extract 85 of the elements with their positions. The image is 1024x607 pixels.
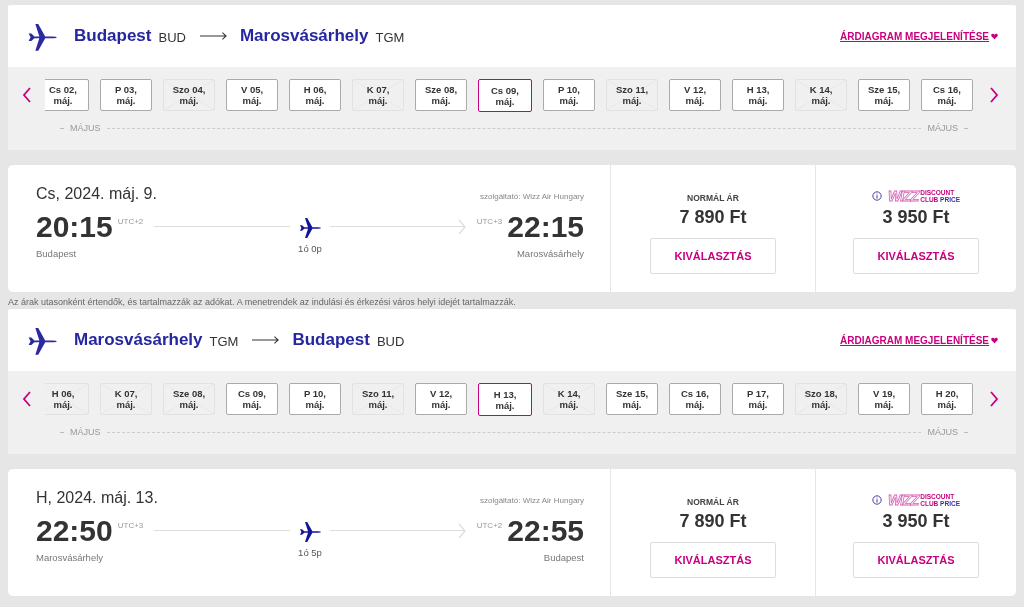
heart-icon <box>991 32 998 40</box>
operator-text: szolgáltató: Wizz Air Hungary <box>479 192 584 201</box>
select-button[interactable]: KIVÁLASZTÁS <box>853 542 979 578</box>
date-chip[interactable]: Cs 02, máj. <box>45 79 89 111</box>
arrival-city: Budapest <box>543 552 584 563</box>
heart-icon <box>991 336 998 344</box>
disclaimer-text: Az árak utasonként értendők, és tartalmazzák az adókat. A menetrendek az indulási és érkezési város helyi idejét tartalmazzák. <box>8 296 517 308</box>
flight-date: Cs, 2024. máj. 9. <box>36 185 157 203</box>
info-icon[interactable] <box>872 191 882 201</box>
month-label: MÁJUS <box>70 427 101 437</box>
date-chip[interactable]: K 07, máj. <box>100 383 152 415</box>
month-label: MÁJUS <box>927 123 958 133</box>
fare-price: 3 950 Ft <box>882 207 950 228</box>
origin-code: TGM <box>209 334 239 349</box>
date-chip[interactable]: P 03, máj. <box>100 79 152 111</box>
origin-code: BUD <box>158 30 186 45</box>
date-chip[interactable]: H 13, máj. <box>732 79 784 111</box>
arrival-time: 22:15 <box>507 209 584 244</box>
date-chip[interactable]: P 10, máj. <box>543 79 595 111</box>
fare-price: 7 890 Ft <box>679 511 747 532</box>
fare-label: NORMÁL ÁR <box>687 496 739 509</box>
date-chip[interactable]: H 20, máj. <box>921 383 973 415</box>
date-chip[interactable]: Szo 11, máj. <box>352 383 404 415</box>
departure-city: Budapest <box>36 248 77 259</box>
departure-timezone: UTC+2 <box>117 217 144 226</box>
arrival-time: 22:55 <box>507 513 584 548</box>
date-chip[interactable]: V 12, máj. <box>669 79 721 111</box>
date-chip[interactable]: Cs 09, máj. <box>478 79 532 112</box>
date-chip[interactable]: P 10, máj. <box>289 383 341 415</box>
info-icon[interactable] <box>872 495 882 505</box>
date-chip[interactable]: Cs 16, máj. <box>669 383 721 415</box>
airplane-icon <box>298 519 322 543</box>
operator-text: szolgáltató: Wizz Air Hungary <box>479 496 584 505</box>
arrival-timezone: UTC+3 <box>476 217 503 226</box>
select-button[interactable]: KIVÁLASZTÁS <box>853 238 979 274</box>
date-chip[interactable]: Cs 09, máj. <box>226 383 278 415</box>
origin-city: Marosvásárhely <box>74 330 203 350</box>
flight-duration: 1ó 0p <box>298 243 322 254</box>
date-chip[interactable]: V 19, máj. <box>858 383 910 415</box>
date-chip[interactable]: K 14, máj. <box>543 383 595 415</box>
chevron-left-icon <box>21 391 32 407</box>
date-chip[interactable]: Szo 11, máj. <box>606 79 658 111</box>
select-button[interactable]: KIVÁLASZTÁS <box>650 542 776 578</box>
destination-city: Budapest <box>292 330 370 350</box>
airplane-icon <box>298 215 322 239</box>
month-label: MÁJUS <box>70 123 101 133</box>
date-chip[interactable]: Szo 04, máj. <box>163 79 215 111</box>
price-chart-link[interactable]: ÁRDIAGRAM MEGJELENÍTÉSE <box>840 30 989 42</box>
select-button[interactable]: KIVÁLASZTÁS <box>650 238 776 274</box>
destination-city: Marosvásárhely <box>239 26 369 46</box>
departure-timezone: UTC+3 <box>117 521 144 530</box>
date-chip[interactable]: Cs 16, máj. <box>921 79 973 111</box>
departure-city: Marosvásárhely <box>36 552 104 563</box>
date-chip[interactable]: H 13, máj. <box>478 383 532 416</box>
month-label: MÁJUS <box>927 427 958 437</box>
date-chip[interactable]: V 05, máj. <box>226 79 278 111</box>
date-chip[interactable]: H 06, máj. <box>45 383 89 415</box>
date-chip[interactable]: P 17, máj. <box>732 383 784 415</box>
origin-city: Budapest <box>74 26 152 46</box>
chevron-right-icon <box>988 87 999 103</box>
date-chip[interactable]: Sze 15, máj. <box>858 79 910 111</box>
date-chip[interactable]: Sze 15, máj. <box>606 383 658 415</box>
date-chip[interactable]: V 12, máj. <box>415 383 467 415</box>
departure-time: 22:50 <box>36 513 113 548</box>
flight-date: H, 2024. máj. 13. <box>36 489 158 507</box>
arrow-icon <box>199 31 228 41</box>
price-chart-link[interactable]: ÁRDIAGRAM MEGJELENÍTÉSE <box>840 334 989 346</box>
fare-price: 7 890 Ft <box>679 207 747 228</box>
date-chip[interactable]: Sze 08, máj. <box>415 79 467 111</box>
flight-duration: 1ó 5p <box>298 547 322 558</box>
chevron-right-icon <box>988 391 999 407</box>
fare-label: NORMÁL ÁR <box>687 192 739 205</box>
departure-time: 20:15 <box>36 209 113 244</box>
arrival-timezone: UTC+2 <box>476 521 503 530</box>
date-chip[interactable]: H 06, máj. <box>289 79 341 111</box>
arrival-city: Marosvásárhely <box>516 248 584 259</box>
date-chip[interactable]: Sze 08, máj. <box>163 383 215 415</box>
destination-code: BUD <box>376 334 405 349</box>
fare-price: 3 950 Ft <box>882 511 950 532</box>
destination-code: TGM <box>375 30 405 45</box>
date-chip[interactable]: Szo 18, máj. <box>795 383 847 415</box>
date-chip[interactable]: K 07, máj. <box>352 79 404 111</box>
chevron-left-icon <box>21 87 32 103</box>
arrow-icon <box>252 335 281 345</box>
date-chip[interactable]: K 14, máj. <box>795 79 847 111</box>
